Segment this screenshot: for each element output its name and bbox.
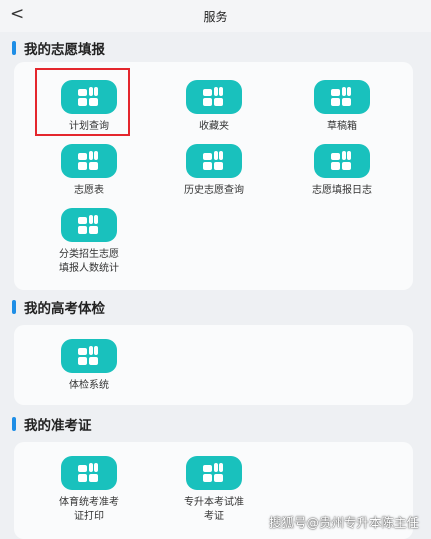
- grid-apps-icon: [61, 208, 117, 242]
- tile-label: 草稿箱: [327, 121, 357, 132]
- tile-label: 收藏夹: [199, 121, 229, 132]
- section-title-admission: 我的准考证: [12, 414, 92, 434]
- grid-apps-icon: [314, 80, 370, 114]
- section-title-text: 我的高考体检: [24, 301, 105, 317]
- tile-label: 志愿表: [74, 185, 104, 196]
- tile-label: 志愿填报日志: [312, 185, 372, 196]
- tile-label-line: 专升本考试准: [184, 497, 244, 508]
- page-title: 服务: [203, 10, 228, 24]
- tile-label: 体检系统: [69, 380, 109, 391]
- tile-label: 专升本考试准 考证: [154, 496, 274, 524]
- tile-label-line: 体育统考准考: [59, 497, 119, 508]
- tile-label-line: 证打印: [74, 511, 104, 522]
- pe-ticket-tile[interactable]: 体育统考准考 证打印: [29, 456, 149, 524]
- section-title-text: 我的准考证: [24, 418, 92, 434]
- tile-label-line: 考证: [204, 511, 224, 522]
- section-marker: [12, 300, 16, 314]
- favorites-tile[interactable]: 收藏夹: [154, 80, 274, 134]
- history-query-tile[interactable]: 历史志愿查询: [154, 144, 274, 198]
- grid-apps-icon: [61, 339, 117, 373]
- volunteer-table-tile[interactable]: 志愿表: [29, 144, 149, 198]
- grid-apps-icon: [186, 456, 242, 490]
- section-marker: [12, 41, 16, 55]
- tile-label-line: 填报人数统计: [59, 263, 119, 274]
- drafts-tile[interactable]: 草稿箱: [282, 80, 402, 134]
- grid-apps-icon: [61, 456, 117, 490]
- grid-apps-icon: [314, 144, 370, 178]
- exam-card: 体检系统: [14, 325, 413, 405]
- tile-label-line: 分类招生志愿: [59, 249, 119, 260]
- tile-label: 分类招生志愿 填报人数统计: [29, 248, 149, 276]
- grid-apps-icon: [61, 144, 117, 178]
- top-bar: < 服务: [0, 0, 431, 32]
- upgrade-ticket-tile[interactable]: 专升本考试准 考证: [154, 456, 274, 524]
- section-marker: [12, 417, 16, 431]
- application-log-tile[interactable]: 志愿填报日志: [282, 144, 402, 198]
- highlight-box: [35, 68, 130, 136]
- grid-apps-icon: [186, 80, 242, 114]
- tile-label: 体育统考准考 证打印: [29, 496, 149, 524]
- section-title-application: 我的志愿填报: [12, 38, 105, 58]
- grid-apps-icon: [186, 144, 242, 178]
- tile-label: 历史志愿查询: [184, 185, 244, 196]
- section-title-text: 我的志愿填报: [24, 42, 105, 58]
- category-stats-tile[interactable]: 分类招生志愿 填报人数统计: [29, 208, 149, 276]
- watermark: 搜狐号@贵州专升本陈主任: [268, 515, 419, 530]
- section-title-exam: 我的高考体检: [12, 297, 105, 317]
- physical-exam-tile[interactable]: 体检系统: [29, 339, 149, 393]
